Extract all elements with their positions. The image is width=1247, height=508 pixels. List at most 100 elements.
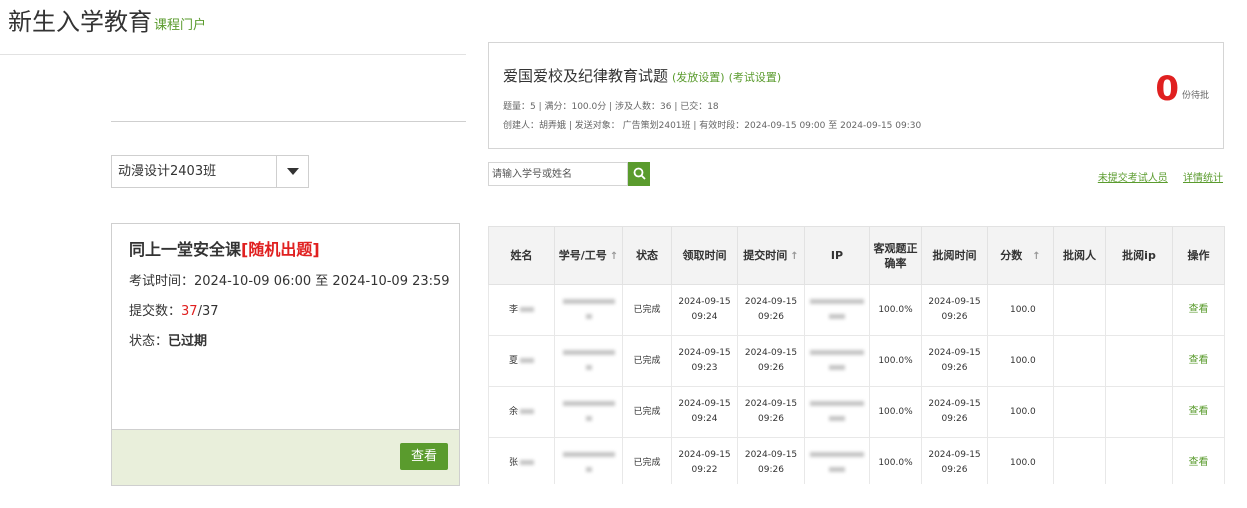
cell-ip [804, 284, 870, 336]
site-title: 新生入学教育 [8, 8, 152, 36]
cell-submit-time: 2024-09-15 09:26 [737, 284, 805, 336]
cell-action: 查看 [1172, 335, 1225, 387]
search-bar [488, 162, 650, 186]
table-row: 张已完成 2024-09-15 09:22 2024-09-15 09:26 100.0%… [488, 437, 1225, 489]
cell-review-time: 2024-09-15 09:26 [921, 437, 988, 489]
pending-review: 0 份待批 [1155, 71, 1209, 107]
table-row: 李已完成 2024-09-15 09:24 2024-09-15 09:26 100.0%… [488, 284, 1225, 336]
view-link[interactable]: 查看 [1189, 355, 1209, 366]
arrow-up-icon[interactable]: ↑ [1032, 251, 1040, 262]
search-input[interactable] [488, 162, 628, 186]
random-tag: [随机出题] [241, 240, 320, 259]
not-submitted-link[interactable]: 未提交考试人员 [1098, 173, 1168, 184]
cell-review-time: 2024-09-15 09:26 [921, 284, 988, 336]
exam-status: 状态：已过期 [129, 333, 207, 351]
col-score[interactable]: 分数 ↑ [987, 226, 1054, 285]
cell-accuracy: 100.0% [869, 284, 922, 336]
cell-accuracy: 100.0% [869, 437, 922, 489]
col-review-ip: 批阅ip [1105, 226, 1173, 285]
col-student-id[interactable]: 学号/工号 ↑ [554, 226, 623, 285]
triangle-down-icon [287, 168, 299, 175]
search-icon [633, 167, 646, 180]
cell-receive-time: 2024-09-15 09:24 [671, 284, 738, 336]
col-accuracy: 客观题正确率 [869, 226, 922, 285]
cell-status: 已完成 [622, 284, 672, 336]
table-row: 余已完成 2024-09-15 09:24 2024-09-15 09:26 100.0%… [488, 386, 1225, 438]
cell-receive-time: 2024-09-15 09:22 [671, 437, 738, 489]
class-select[interactable]: 动漫设计2403班 [111, 155, 309, 188]
view-link[interactable]: 查看 [1189, 457, 1209, 468]
cell-ip [804, 437, 870, 489]
view-button[interactable]: 查看 [400, 443, 448, 470]
arrow-up-icon[interactable]: ↑ [790, 251, 798, 262]
submit-count-value: 37 [181, 304, 198, 319]
cell-receive-time: 2024-09-15 09:23 [671, 335, 738, 387]
cell-name: 余 [488, 386, 555, 438]
summary-stats: 题量：5 | 满分：100.0分 | 涉及人数：36 | 已交：18 [503, 102, 719, 112]
details-link[interactable]: 详情统计 [1183, 173, 1223, 184]
cell-review-time: 2024-09-15 09:26 [921, 335, 988, 387]
cell-submit-time: 2024-09-15 09:26 [737, 386, 805, 438]
cell-status: 已完成 [622, 335, 672, 387]
left-divider [111, 121, 466, 122]
class-select-value: 动漫设计2403班 [118, 164, 217, 179]
course-portal-link[interactable]: 课程门户 [154, 14, 206, 38]
cell-student-id [554, 335, 623, 387]
cell-ip [804, 335, 870, 387]
cell-submit-time: 2024-09-15 09:26 [737, 437, 805, 489]
pending-count: 0 [1155, 69, 1179, 109]
exam-time-label: 考试时间： [129, 274, 195, 289]
exam-time-value: 2024-10-09 06:00 至 2024-10-09 23:59 [194, 274, 450, 289]
col-receive-time: 领取时间 [671, 226, 738, 285]
cell-student-id [554, 284, 623, 336]
cell-student-id [554, 437, 623, 489]
exam-card-footer: 查看 [112, 429, 459, 485]
cell-review-ip [1105, 437, 1173, 489]
right-links: 未提交考试人员 详情统计 [1086, 169, 1223, 184]
cell-ip [804, 386, 870, 438]
header-divider [0, 54, 466, 55]
cell-student-id [554, 386, 623, 438]
exam-card-title: 同上一堂安全课[随机出题] [129, 240, 320, 260]
exam-summary: 爱国爱校及纪律教育试题 (发放设置) (考试设置) 题量：5 | 满分：100.0分… [488, 42, 1224, 149]
cell-accuracy: 100.0% [869, 386, 922, 438]
exam-settings-link[interactable]: (考试设置) [729, 71, 782, 84]
col-ip: IP [804, 226, 870, 285]
cell-action: 查看 [1172, 284, 1225, 336]
summary-creator: 创建人：胡弄娥 | 发送对象： 广告策划2401班 | 有效时段：2024-09… [503, 121, 922, 131]
cell-score: 100.0 [987, 386, 1054, 438]
cell-action: 查看 [1172, 437, 1225, 489]
cell-reviewer [1053, 386, 1106, 438]
cell-accuracy: 100.0% [869, 335, 922, 387]
exam-card-name: 同上一堂安全课 [129, 240, 242, 259]
view-link[interactable]: 查看 [1189, 406, 1209, 417]
col-status: 状态 [622, 226, 672, 285]
summary-title: 爱国爱校及纪律教育试题 (发放设置) (考试设置) [503, 65, 781, 86]
table-header-row: 姓名 学号/工号 ↑ 状态 领取时间 提交时间 ↑ IP 客观题正确率 批阅时间 分… [488, 226, 1225, 285]
exam-status-label: 状态： [129, 334, 169, 349]
cell-status: 已完成 [622, 437, 672, 489]
cell-name: 李 [488, 284, 555, 336]
cell-score: 100.0 [987, 335, 1054, 387]
cell-name: 张 [488, 437, 555, 489]
class-select-toggle[interactable] [276, 156, 308, 187]
brand: 新生入学教育 课程门户 [8, 6, 206, 38]
exam-status-value: 已过期 [168, 334, 208, 349]
pending-label: 份待批 [1181, 91, 1209, 101]
submit-count-total: /37 [197, 304, 219, 319]
cell-submit-time: 2024-09-15 09:26 [737, 335, 805, 387]
view-link[interactable]: 查看 [1189, 304, 1209, 315]
release-settings-link[interactable]: (发放设置) [672, 71, 725, 84]
col-submit-time[interactable]: 提交时间 ↑ [737, 226, 805, 285]
cell-action: 查看 [1172, 386, 1225, 438]
cell-review-ip [1105, 284, 1173, 336]
summary-exam-name: 爱国爱校及纪律教育试题 [503, 67, 669, 85]
cell-score: 100.0 [987, 437, 1054, 489]
cell-review-time: 2024-09-15 09:26 [921, 386, 988, 438]
arrow-up-icon[interactable]: ↑ [610, 251, 618, 262]
search-button[interactable] [628, 162, 650, 186]
cell-status: 已完成 [622, 386, 672, 438]
col-name: 姓名 [488, 226, 555, 285]
cell-review-ip [1105, 386, 1173, 438]
cell-receive-time: 2024-09-15 09:24 [671, 386, 738, 438]
